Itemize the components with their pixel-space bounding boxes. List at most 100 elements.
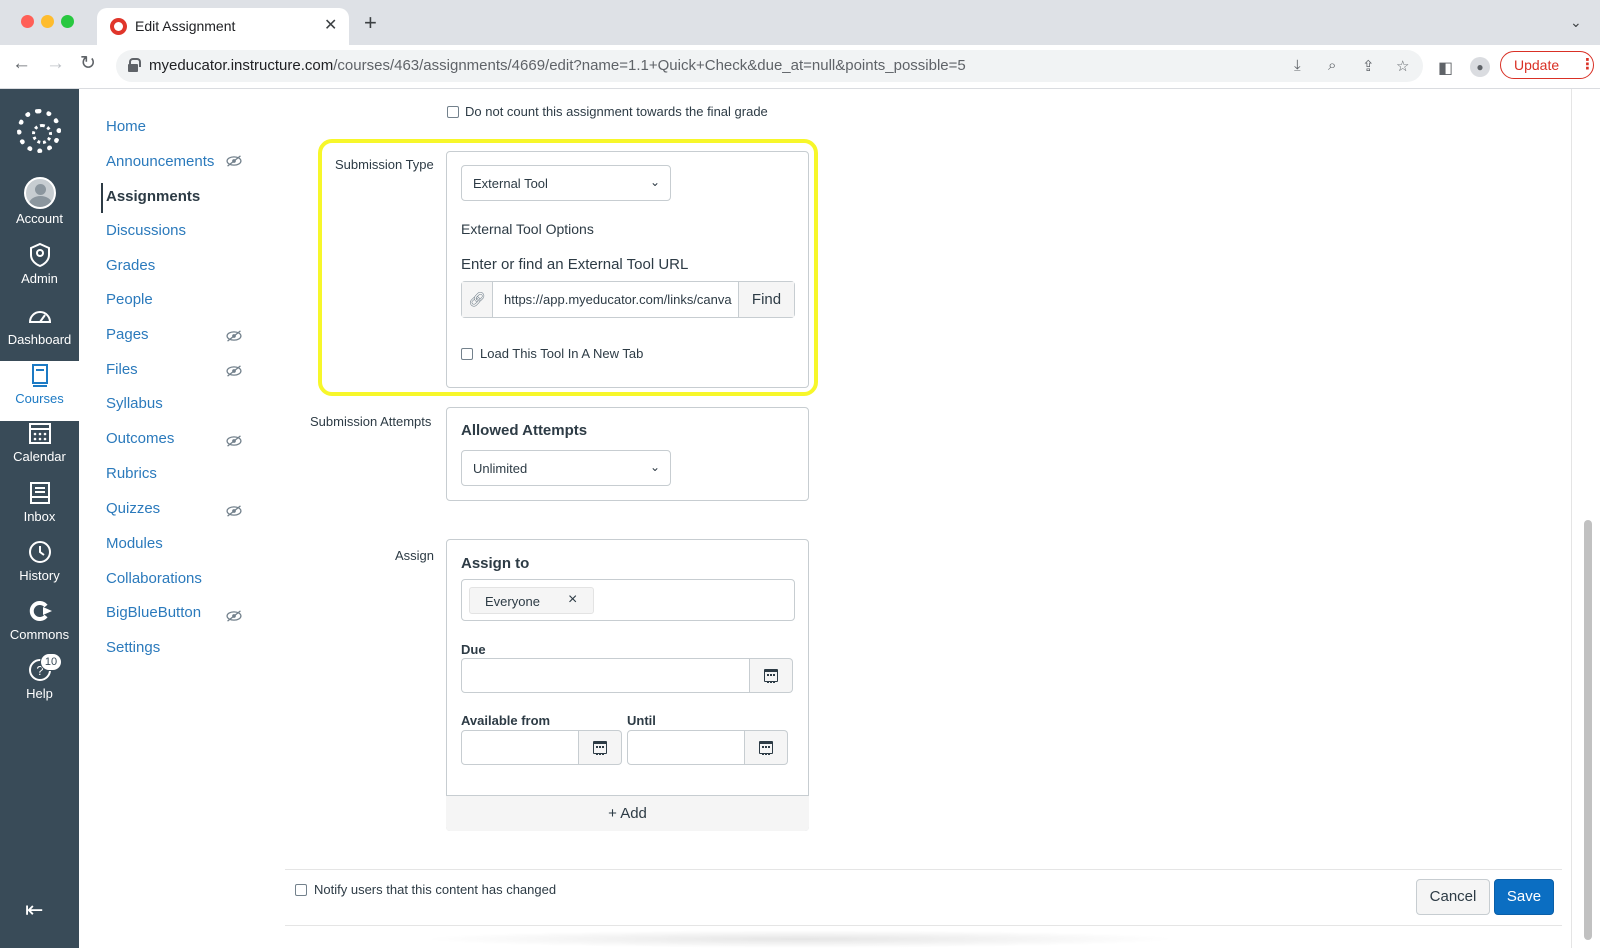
add-assignee-button[interactable]: + Add xyxy=(446,795,809,831)
course-nav-collaborations[interactable]: Collaborations xyxy=(106,570,202,587)
url-text: myeducator.instructure.com/courses/463/a… xyxy=(149,57,966,74)
course-nav-people[interactable]: People xyxy=(106,291,153,308)
notify-label: Notify users that this content has chang… xyxy=(314,882,557,897)
page-bottom-shadow xyxy=(420,930,1180,948)
global-nav-dashboard[interactable]: Dashboard xyxy=(0,302,79,347)
global-nav-label: Dashboard xyxy=(7,332,72,347)
tab-title: Edit Assignment xyxy=(135,18,236,34)
global-nav-inbox[interactable]: Inbox xyxy=(0,479,79,524)
hidden-eye-icon xyxy=(226,610,242,622)
assign-to-input[interactable]: Everyone × xyxy=(461,579,795,621)
course-nav-discussions[interactable]: Discussions xyxy=(106,222,186,239)
back-button[interactable]: ← xyxy=(12,54,31,73)
course-nav-assignments[interactable]: Assignments xyxy=(106,188,200,205)
profile-icon[interactable]: ● xyxy=(1470,57,1490,77)
browser-toolbar: ← → ↻ myeducator.instructure.com/courses… xyxy=(0,45,1600,89)
plus-icon: + xyxy=(608,805,621,822)
global-nav-courses[interactable]: Courses xyxy=(0,361,79,421)
until-input[interactable] xyxy=(627,730,745,765)
global-nav-calendar[interactable]: Calendar xyxy=(0,419,79,464)
global-nav-label: Courses xyxy=(15,391,64,406)
global-nav-label: Calendar xyxy=(13,449,66,464)
side-panel-icon[interactable]: ◧ xyxy=(1438,58,1453,78)
help-badge: 10 xyxy=(40,653,62,671)
tab-search-chevron-icon[interactable]: ⌄ xyxy=(1570,14,1582,31)
browser-tab[interactable]: Edit Assignment ✕ xyxy=(97,8,349,45)
due-date-input[interactable] xyxy=(461,658,750,693)
due-calendar-button[interactable] xyxy=(750,658,793,693)
course-nav-rubrics[interactable]: Rubrics xyxy=(106,465,157,482)
browser-tab-strip: Edit Assignment ✕ + ⌄ xyxy=(0,0,1600,45)
allowed-attempts-value: Unlimited xyxy=(473,461,528,476)
zoom-icon[interactable]: ⌕ xyxy=(1328,57,1336,74)
forward-button[interactable]: → xyxy=(46,54,65,73)
global-nav-label: Help xyxy=(26,686,53,701)
calendar-icon xyxy=(759,741,773,755)
hidden-eye-icon xyxy=(226,435,242,447)
global-nav-help[interactable]: ? 10 Help xyxy=(0,653,79,701)
available-from-input[interactable] xyxy=(461,730,579,765)
no-count-label: Do not count this assignment towards the… xyxy=(465,104,768,119)
share-icon[interactable]: ⇪ xyxy=(1362,57,1375,75)
download-icon[interactable]: ⤓ xyxy=(1294,57,1301,74)
bookmark-star-icon[interactable]: ☆ xyxy=(1396,57,1409,75)
allowed-attempts-heading: Allowed Attempts xyxy=(461,422,588,439)
calendar-icon xyxy=(28,423,51,444)
canvas-favicon-icon xyxy=(110,18,127,35)
gauge-icon xyxy=(28,311,51,323)
canvas-logo-icon[interactable] xyxy=(17,109,61,153)
close-window-button[interactable] xyxy=(21,15,34,28)
lock-icon xyxy=(128,58,141,72)
user-avatar-icon xyxy=(23,177,56,209)
page-scrollbar[interactable] xyxy=(1584,520,1592,940)
collapse-nav-icon[interactable]: ⇤ xyxy=(25,897,43,923)
chevron-down-icon: ⌄ xyxy=(649,460,660,474)
calendar-icon xyxy=(764,669,778,683)
available-from-calendar-button[interactable] xyxy=(579,730,622,765)
save-button[interactable]: Save xyxy=(1494,879,1554,915)
global-nav-history[interactable]: History xyxy=(0,538,79,583)
global-nav-account[interactable]: Account xyxy=(0,177,79,226)
close-tab-icon[interactable]: ✕ xyxy=(324,15,337,35)
shield-icon xyxy=(29,242,50,268)
remove-token-icon[interactable]: × xyxy=(568,591,577,609)
maximize-window-button[interactable] xyxy=(61,15,74,28)
hidden-eye-icon xyxy=(226,330,242,342)
address-bar[interactable]: myeducator.instructure.com/courses/463/a… xyxy=(116,50,1423,82)
course-nav-home[interactable]: Home xyxy=(106,118,146,135)
browser-menu-icon[interactable]: ⋮ xyxy=(1580,55,1595,73)
reload-button[interactable]: ↻ xyxy=(80,54,96,73)
global-nav-admin[interactable]: Admin xyxy=(0,241,79,286)
clock-icon xyxy=(28,541,51,563)
course-nav-quizzes[interactable]: Quizzes xyxy=(106,500,160,517)
course-nav-settings[interactable]: Settings xyxy=(106,639,160,656)
course-nav-syllabus[interactable]: Syllabus xyxy=(106,395,163,412)
course-nav-modules[interactable]: Modules xyxy=(106,535,163,552)
global-nav-label: History xyxy=(19,568,60,583)
submission-attempts-label: Submission Attempts xyxy=(310,414,432,429)
add-label: Add xyxy=(620,805,647,822)
minimize-window-button[interactable] xyxy=(41,15,54,28)
course-nav-outcomes[interactable]: Outcomes xyxy=(106,430,174,447)
global-navigation: Account Admin Dashboard Courses Calendar… xyxy=(0,89,79,948)
cancel-button[interactable]: Cancel xyxy=(1416,879,1490,915)
course-nav-announcements[interactable]: Announcements xyxy=(106,153,214,170)
new-tab-button[interactable]: + xyxy=(364,12,377,34)
hidden-eye-icon xyxy=(226,155,242,167)
calendar-icon xyxy=(593,741,607,755)
token-label: Everyone xyxy=(485,594,540,609)
hidden-eye-icon xyxy=(226,505,242,517)
global-nav-label: Account xyxy=(16,211,63,226)
course-nav-files[interactable]: Files xyxy=(106,361,138,378)
assign-label: Assign xyxy=(395,548,435,563)
global-nav-label: Commons xyxy=(9,627,70,642)
notify-checkbox[interactable] xyxy=(295,884,307,896)
allowed-attempts-select[interactable]: Unlimited ⌄ xyxy=(461,450,671,486)
course-nav-pages[interactable]: Pages xyxy=(106,326,149,343)
until-calendar-button[interactable] xyxy=(745,730,788,765)
global-nav-commons[interactable]: Commons xyxy=(0,597,79,642)
course-nav-bigbluebutton[interactable]: BigBlueButton xyxy=(106,604,201,621)
global-nav-label: Inbox xyxy=(23,509,56,524)
no-count-checkbox[interactable] xyxy=(447,106,459,118)
course-nav-grades[interactable]: Grades xyxy=(106,257,155,274)
